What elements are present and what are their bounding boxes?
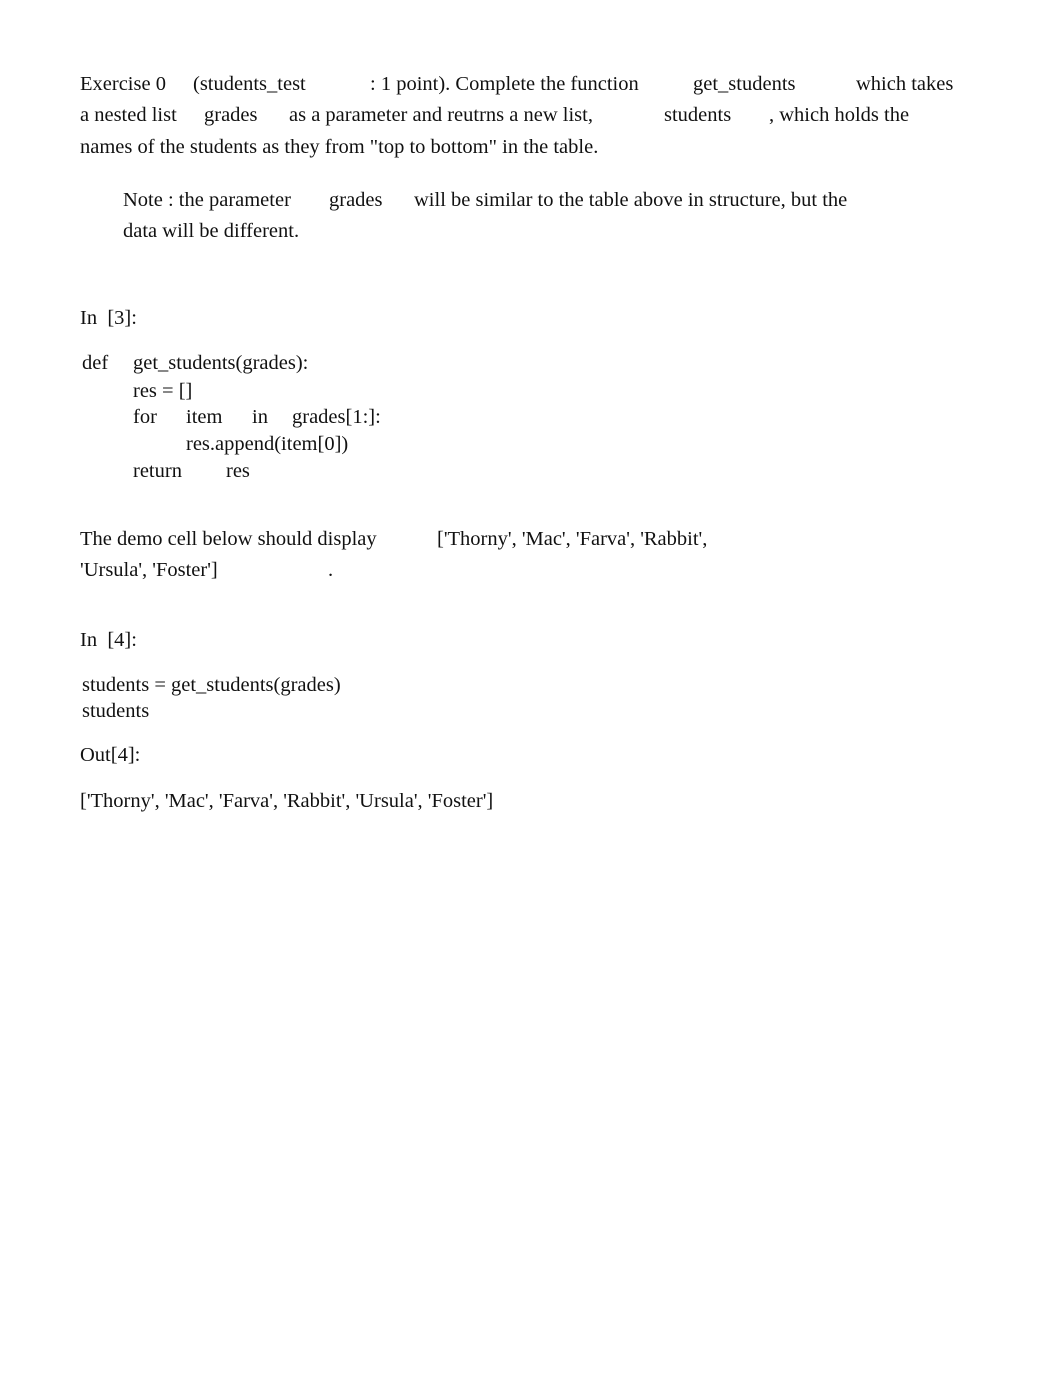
code-keyword: def xyxy=(82,352,109,374)
text-fragment: data will be different. xyxy=(123,220,300,242)
text-fragment: a nested list xyxy=(80,104,177,126)
input-prompt: In [4]: xyxy=(80,629,137,651)
code-token: res = [] xyxy=(133,380,193,402)
text-fragment: . xyxy=(328,559,334,581)
text-fragment: as a parameter and reutrns a new list, xyxy=(289,104,593,126)
text-fragment: , which holds the xyxy=(769,104,910,126)
code-token: grades[1:]: xyxy=(292,406,381,428)
note-label: Note : the parameter xyxy=(123,189,291,211)
text-fragment: which takes xyxy=(856,73,954,95)
cell-output: ['Thorny', 'Mac', 'Farva', 'Rabbit', 'Ur… xyxy=(80,790,494,812)
code-keyword: return xyxy=(133,460,182,482)
code-line: students = get_students(grades) xyxy=(82,674,341,696)
test-name: (students_test xyxy=(193,73,306,95)
text-fragment: The demo cell below should display xyxy=(80,528,377,550)
code-keyword: for xyxy=(133,406,157,428)
code-token: item xyxy=(186,406,223,428)
param-name: grades xyxy=(329,189,383,211)
code-token: get_students(grades): xyxy=(133,352,309,374)
output-prompt: Out[4]: xyxy=(80,744,141,766)
points-text: : 1 point). Complete the function xyxy=(370,73,639,95)
code-keyword: in xyxy=(252,406,268,428)
code-token: res xyxy=(226,460,250,482)
expected-output: 'Ursula', 'Foster'] xyxy=(80,559,218,581)
text-fragment: will be similar to the table above in st… xyxy=(414,189,848,211)
code-token: res.append(item[0]) xyxy=(186,433,349,455)
input-prompt: In [3]: xyxy=(80,307,137,329)
code-line: students xyxy=(82,700,150,722)
function-name: get_students xyxy=(693,73,796,95)
param-name: grades xyxy=(204,104,258,126)
expected-output: ['Thorny', 'Mac', 'Farva', 'Rabbit', xyxy=(437,528,708,550)
text-fragment: names of the students as they from "top … xyxy=(80,136,599,158)
return-var-name: students xyxy=(664,104,732,126)
exercise-label: Exercise 0 xyxy=(80,73,166,95)
